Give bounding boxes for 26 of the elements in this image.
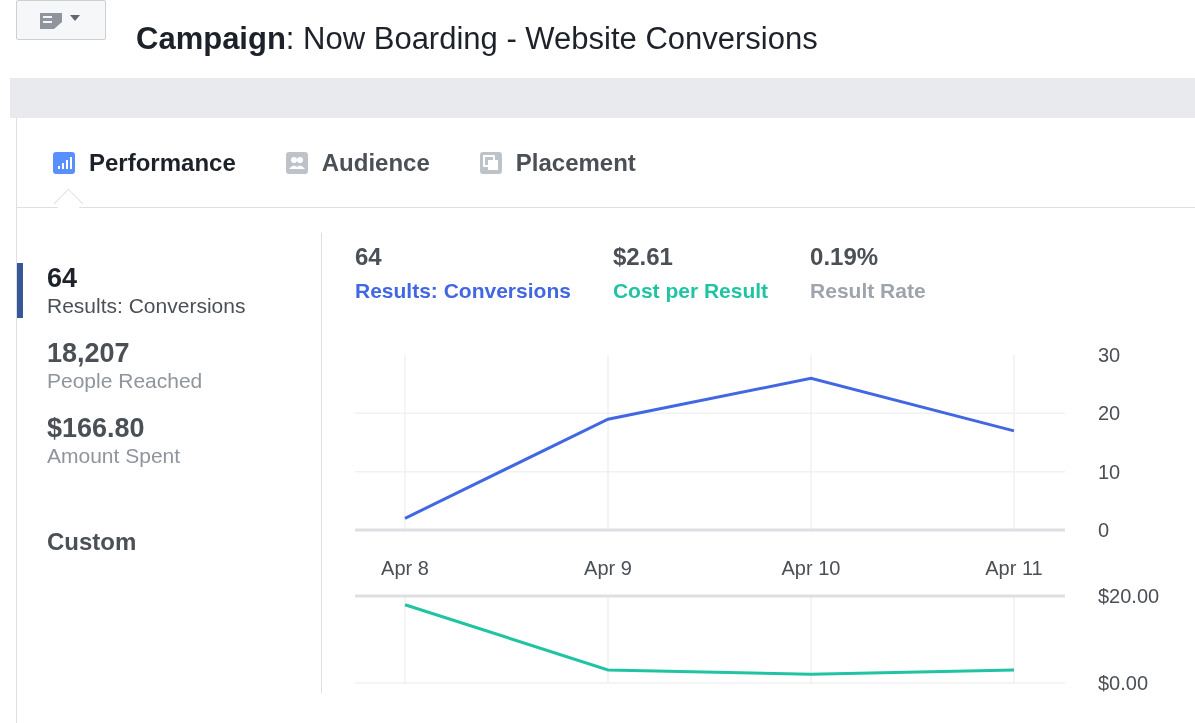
summary-metric[interactable]: 18,207 People Reached <box>17 338 321 393</box>
x-axis-label: Apr 9 <box>584 557 632 579</box>
campaign-title: Campaign: Now Boarding - Website Conversions <box>136 21 818 57</box>
view-menu-button[interactable] <box>16 0 106 40</box>
report-icon <box>40 13 82 29</box>
tab[interactable]: Placement <box>479 142 636 183</box>
summary-metric[interactable]: 64 Results: Conversions <box>17 263 321 318</box>
bar-chart-icon <box>53 151 75 174</box>
x-axis-label: Apr 11 <box>985 557 1043 579</box>
people-icon <box>285 151 308 174</box>
summary-metric[interactable]: $166.80 Amount Spent <box>17 413 321 468</box>
y-axis-label: 10 <box>1098 460 1121 483</box>
y-axis-label: 30 <box>1098 344 1121 366</box>
metric-value: 0.19% <box>810 243 880 271</box>
custom-link[interactable]: Custom <box>17 528 321 556</box>
squares-icon <box>479 151 502 174</box>
y-axis-label: 20 <box>1098 402 1121 425</box>
metric-value: $2.61 <box>612 243 674 271</box>
tab[interactable]: Audience <box>285 142 430 183</box>
metric-label[interactable]: Results: Conversions <box>355 279 571 303</box>
y-axis-label: $20.00 <box>1098 585 1160 607</box>
y-axis-label: $0.00 <box>1098 672 1149 694</box>
metric-value: 64 <box>355 243 383 271</box>
x-axis-label: Apr 10 <box>781 557 841 579</box>
x-axis-label: Apr 8 <box>381 557 429 579</box>
y-axis-label: 0 <box>1098 519 1110 541</box>
